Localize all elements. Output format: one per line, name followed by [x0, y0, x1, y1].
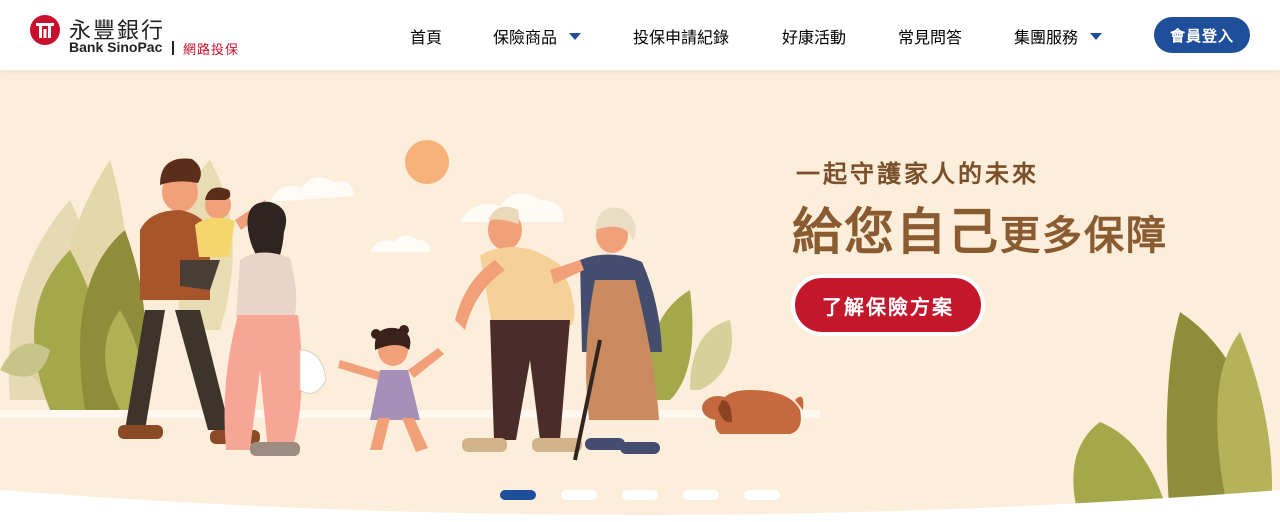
bank-logo[interactable]: 永豐銀行 Bank SinoPac 網路投保	[30, 14, 250, 58]
hero-headline: 給您自己更多保障	[792, 192, 1168, 264]
nav-item-application-records[interactable]: 投保申請紀錄	[633, 24, 729, 48]
chevron-down-icon	[569, 33, 582, 40]
member-login-button[interactable]: 會員登入	[1154, 17, 1250, 53]
carousel-dot[interactable]	[683, 490, 719, 500]
nav-item-label: 好康活動	[782, 28, 847, 47]
nav-item-promotions[interactable]: 好康活動	[782, 24, 846, 48]
nav-item-label: 首頁	[410, 28, 443, 47]
carousel-dot[interactable]	[561, 490, 597, 500]
carousel-dot[interactable]	[622, 490, 658, 500]
nav-item-insurance-products[interactable]: 保險商品	[493, 24, 582, 48]
sinopac-logo-icon	[30, 15, 60, 45]
carousel-dot[interactable]	[744, 490, 780, 500]
nav-item-group-services[interactable]: 集團服務	[1014, 24, 1103, 48]
chevron-down-icon	[1090, 33, 1103, 40]
family-illustration	[0, 140, 1280, 522]
hero-headline-main: 給您自己	[792, 202, 1000, 261]
carousel-dot[interactable]	[500, 490, 536, 500]
hero-tagline: 一起守護家人的未來	[796, 159, 1039, 188]
logo-divider	[172, 41, 174, 55]
nav-item-label: 保險商品	[493, 28, 558, 47]
logo-subtitle: 網路投保	[183, 43, 240, 58]
site-header: 永豐銀行 Bank SinoPac 網路投保 首頁 保險商品 投保申請紀錄 好康…	[0, 0, 1280, 70]
nav-item-home[interactable]: 首頁	[410, 24, 442, 48]
nav-item-faq[interactable]: 常見問答	[898, 24, 962, 48]
nav-item-label: 投保申請紀錄	[633, 28, 730, 47]
nav-item-label: 集團服務	[1014, 28, 1079, 47]
carousel-indicators	[500, 490, 780, 500]
hero-headline-sub: 更多保障	[1000, 212, 1168, 259]
hero-banner: 一起守護家人的未來 給您自己更多保障 了解保險方案	[0, 70, 1280, 522]
learn-insurance-plans-button[interactable]: 了解保險方案	[795, 278, 981, 332]
nav-item-label: 常見問答	[898, 28, 963, 47]
logo-english-name: Bank SinoPac	[69, 39, 163, 55]
